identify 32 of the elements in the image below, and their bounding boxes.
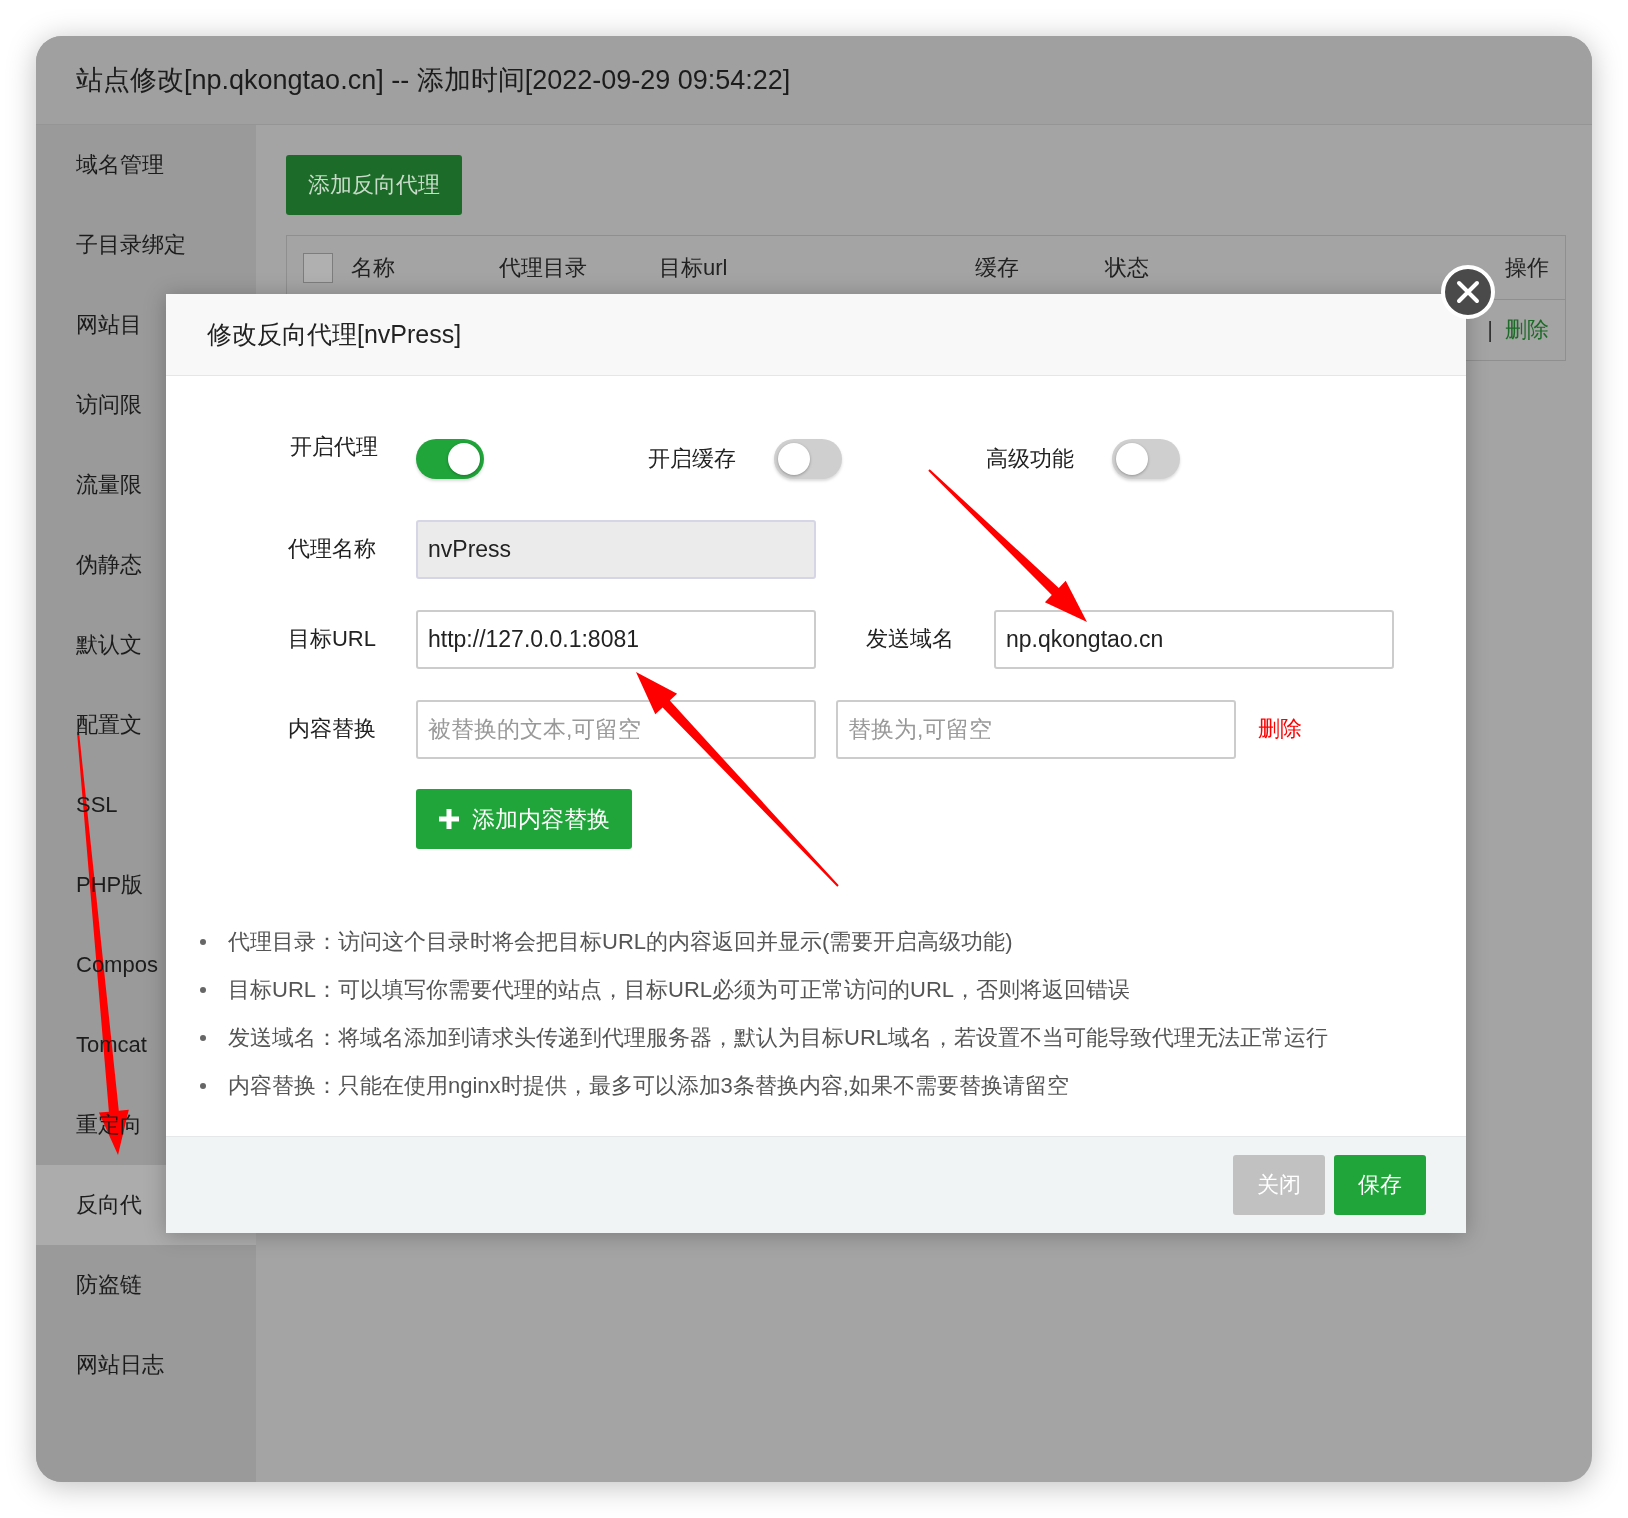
input-field[interactable]: 替换为,可留空 — [836, 699, 1236, 759]
field-label: 发送域名 — [865, 625, 955, 653]
separator: | — [1487, 317, 1493, 343]
note-text: 代理目录：访问这个目录时将会把目标URL的内容返回并显示(需要开启高级功能) — [228, 928, 1013, 956]
sidebar-item[interactable]: 网站日志 — [36, 1325, 256, 1405]
sidebar-item[interactable]: 子目录绑定 — [36, 205, 256, 285]
save-button[interactable]: 保存 — [1334, 1155, 1426, 1215]
column-header: 缓存 — [975, 253, 1020, 282]
input-field[interactable]: 被替换的文本,可留空 — [416, 699, 816, 759]
delete-link[interactable]: 删除 — [1258, 714, 1302, 744]
sidebar-item[interactable]: 域名管理 — [36, 125, 256, 205]
column-header: 状态 — [1105, 253, 1150, 282]
field-label: 内容替换 — [287, 715, 377, 743]
input-field[interactable]: http://127.0.0.1:8081 — [416, 609, 816, 669]
add-replace-button[interactable]: 添加内容替换 — [416, 789, 632, 849]
column-header: 名称 — [351, 253, 396, 282]
note-text: 发送域名：将域名添加到请求头传递到代理服务器，默认为目标URL域名，若设置不当可能导致代理无法正常运行 — [228, 1024, 1328, 1052]
column-header: 目标url — [659, 253, 729, 282]
column-header: 操作 — [1504, 253, 1550, 282]
note-text: 内容替换：只能在使用nginx时提供，最多可以添加3条替换内容,如果不需要替换请留空 — [228, 1072, 1069, 1100]
switch-label: 开启缓存 — [647, 445, 737, 473]
note-text: 目标URL：可以填写你需要代理的站点，目标URL必须为可正常访问的URL，否则将返回错误 — [228, 976, 1131, 1004]
switch-label: 开启代理 — [289, 433, 379, 461]
field-label: 代理名称 — [287, 535, 377, 563]
column-header: 代理目录 — [499, 253, 588, 282]
input-field[interactable]: np.qkongtao.cn — [994, 609, 1394, 669]
add-proxy-button[interactable]: 添加反向代理 — [286, 155, 462, 215]
window-title: 站点修改[np.qkongtao.cn] -- 添加时间[2022-09-29 09:54:22] — [76, 64, 791, 97]
switch-label: 高级功能 — [985, 445, 1075, 473]
dialog-title: 修改反向代理[nvPress] — [207, 319, 462, 350]
sidebar-item[interactable]: 防盗链 — [36, 1245, 256, 1325]
field-label: 目标URL — [287, 625, 377, 653]
